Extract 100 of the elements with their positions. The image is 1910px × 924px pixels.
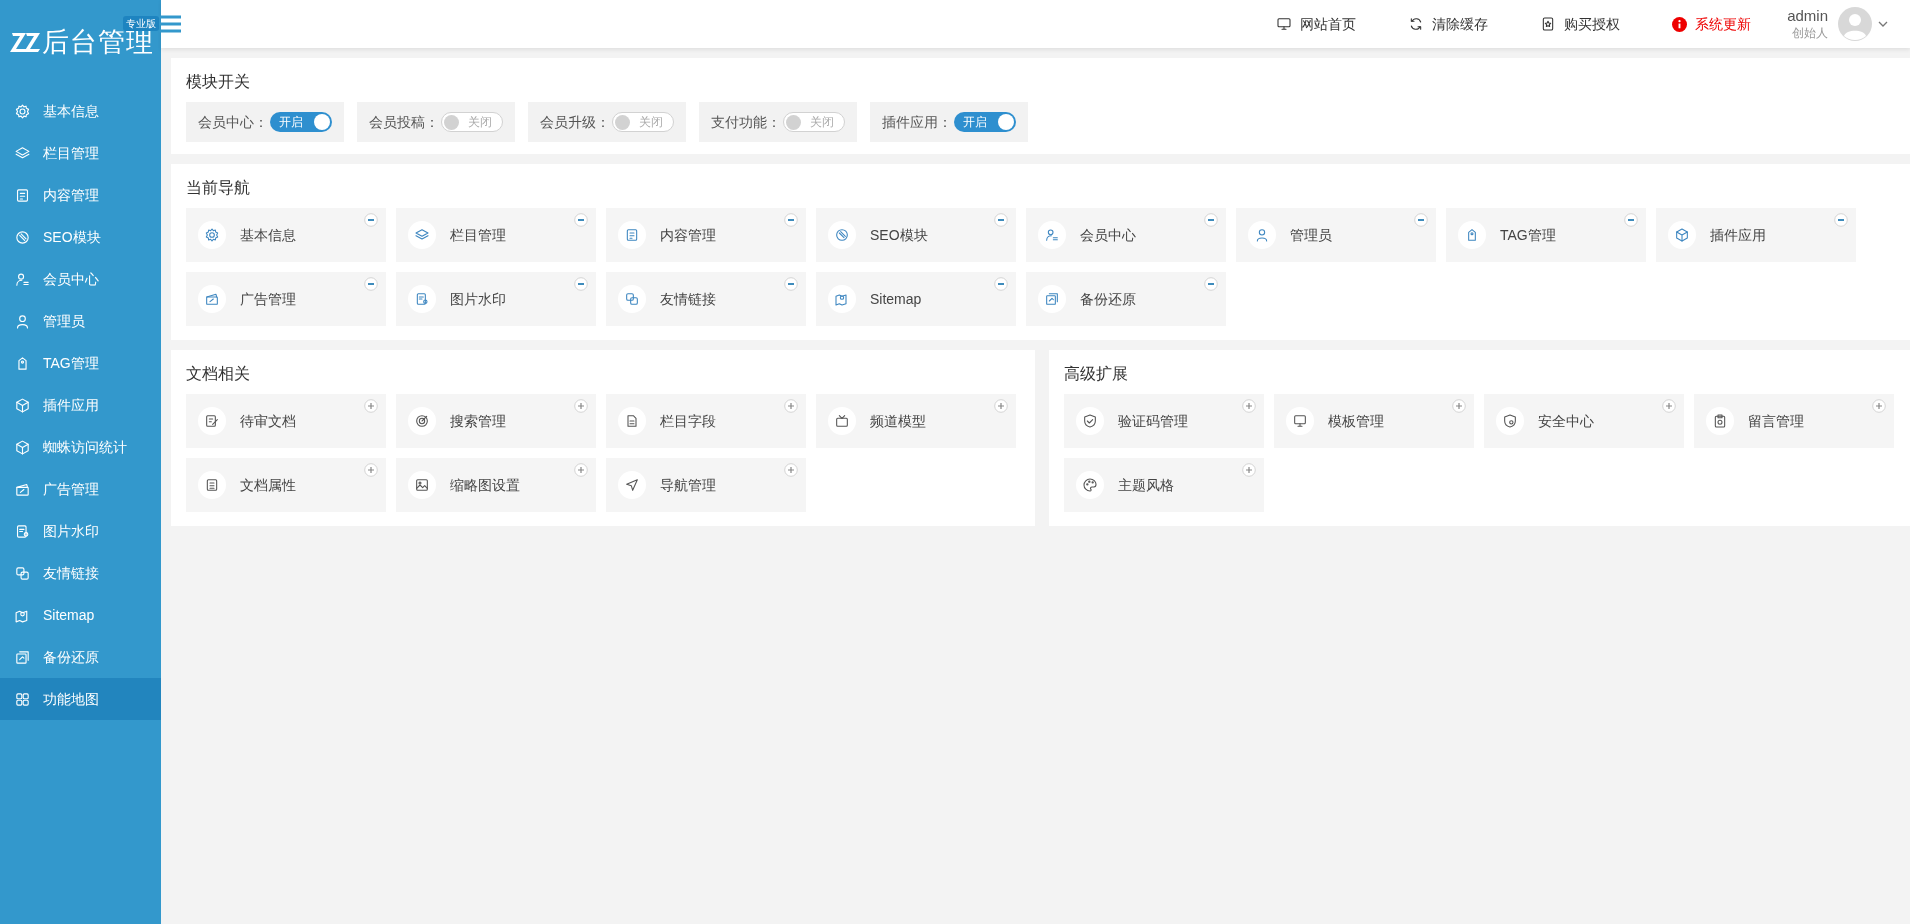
sidebar-item[interactable]: 功能地图 [0,678,161,720]
document-icon [624,413,640,429]
add-icon[interactable] [1452,399,1466,413]
toggle-switch[interactable]: 开启 [954,112,1016,132]
shortcut-card[interactable]: 内容管理 [606,208,806,262]
chevron-down-icon[interactable] [1878,21,1888,27]
topbar-link[interactable]: 网站首页 [1276,13,1357,35]
add-icon[interactable] [1872,399,1886,413]
remove-icon[interactable] [784,277,798,291]
tv-icon [834,413,850,429]
shortcut-card[interactable]: 搜索管理 [396,394,596,448]
archive-icon [1044,291,1060,307]
shortcut-card[interactable]: 会员中心 [1026,208,1226,262]
palette-icon [1082,477,1098,493]
toggle-switch[interactable]: 开启 [270,112,332,132]
switch-label: 插件应用： [882,112,952,132]
add-icon[interactable] [784,463,798,477]
user-list-icon [1044,227,1060,243]
remove-icon[interactable] [364,213,378,227]
shortcut-card[interactable]: SEO模块 [816,208,1016,262]
add-icon[interactable] [574,399,588,413]
shield-gear-icon [1502,413,1518,429]
shortcut-card[interactable]: 广告管理 [186,272,386,326]
topbar-link[interactable]: 清除缓存 [1408,13,1489,35]
add-icon[interactable] [1242,399,1256,413]
remove-icon[interactable] [574,213,588,227]
shortcut-card[interactable]: TAG管理 [1446,208,1646,262]
switch-label: 支付功能： [711,112,781,132]
archive-icon [14,648,31,666]
shortcut-card[interactable]: 友情链接 [606,272,806,326]
shortcut-card[interactable]: 栏目管理 [396,208,596,262]
remove-icon[interactable] [1204,277,1218,291]
shortcut-card[interactable]: 留言管理 [1694,394,1894,448]
user-name: admin [1787,7,1828,26]
add-icon[interactable] [994,399,1008,413]
send-icon [624,477,640,493]
switch-label: 会员升级： [540,112,610,132]
shortcut-card[interactable]: 主题风格 [1064,458,1264,512]
shortcut-card[interactable]: 栏目字段 [606,394,806,448]
remove-icon[interactable] [1204,213,1218,227]
shortcut-card[interactable]: 文档属性 [186,458,386,512]
remove-icon[interactable] [994,277,1008,291]
section-title: 当前导航 [186,178,251,198]
add-icon[interactable] [1242,463,1256,477]
monitor-icon [1276,16,1293,32]
user-icon [14,312,31,330]
add-icon[interactable] [1662,399,1676,413]
cube-icon [14,438,31,456]
edit-icon [204,413,220,429]
add-icon[interactable] [784,399,798,413]
monitor-icon [1292,413,1308,429]
shortcut-card[interactable]: 待审文档 [186,394,386,448]
shortcut-card[interactable]: 基本信息 [186,208,386,262]
add-icon[interactable] [574,463,588,477]
remove-icon[interactable] [364,277,378,291]
add-icon[interactable] [364,463,378,477]
cube-icon [1674,227,1690,243]
switch-label: 会员投稿： [369,112,439,132]
shortcut-card[interactable]: 频道模型 [816,394,1016,448]
section-title: 模块开关 [186,72,251,92]
gear-icon [14,102,31,120]
shortcut-card[interactable]: 验证码管理 [1064,394,1264,448]
grid-icon [14,690,31,708]
menu-icon[interactable] [159,15,181,33]
document-icon [204,477,220,493]
squares-icon [14,564,31,582]
remove-icon[interactable] [1624,213,1638,227]
image-icon [414,477,430,493]
edition-badge: 专业版 [123,16,159,31]
shortcut-card[interactable]: 模板管理 [1274,394,1474,448]
shortcut-card[interactable]: 插件应用 [1656,208,1856,262]
logo-icon [10,31,40,53]
remove-icon[interactable] [1834,213,1848,227]
document-icon [624,227,640,243]
circle-slash-icon [834,227,850,243]
map-pin-icon [834,291,850,307]
user-icon [1254,227,1270,243]
topbar-link[interactable]: 系统更新 [1672,13,1752,35]
shortcut-card[interactable]: 缩略图设置 [396,458,596,512]
clipboard-icon [1712,413,1728,429]
remove-icon[interactable] [574,277,588,291]
shortcut-card[interactable]: 图片水印 [396,272,596,326]
squares-icon [624,291,640,307]
shortcut-card[interactable]: 管理员 [1236,208,1436,262]
add-icon[interactable] [364,399,378,413]
user-role: 创始人 [1792,25,1828,41]
document-icon [14,186,31,204]
remove-icon[interactable] [784,213,798,227]
shortcut-card[interactable]: 导航管理 [606,458,806,512]
shortcut-card[interactable]: 备份还原 [1026,272,1226,326]
document-user-icon [14,522,31,540]
remove-icon[interactable] [1414,213,1428,227]
remove-icon[interactable] [994,213,1008,227]
topbar-link[interactable]: 购买授权 [1540,13,1621,35]
switch-label: 会员中心： [198,112,268,132]
shortcut-card[interactable]: 安全中心 [1484,394,1684,448]
card-icon [204,291,220,307]
cube-icon [14,396,31,414]
shortcut-card[interactable]: Sitemap [816,272,1016,326]
section-title: 高级扩展 [1064,364,1129,384]
